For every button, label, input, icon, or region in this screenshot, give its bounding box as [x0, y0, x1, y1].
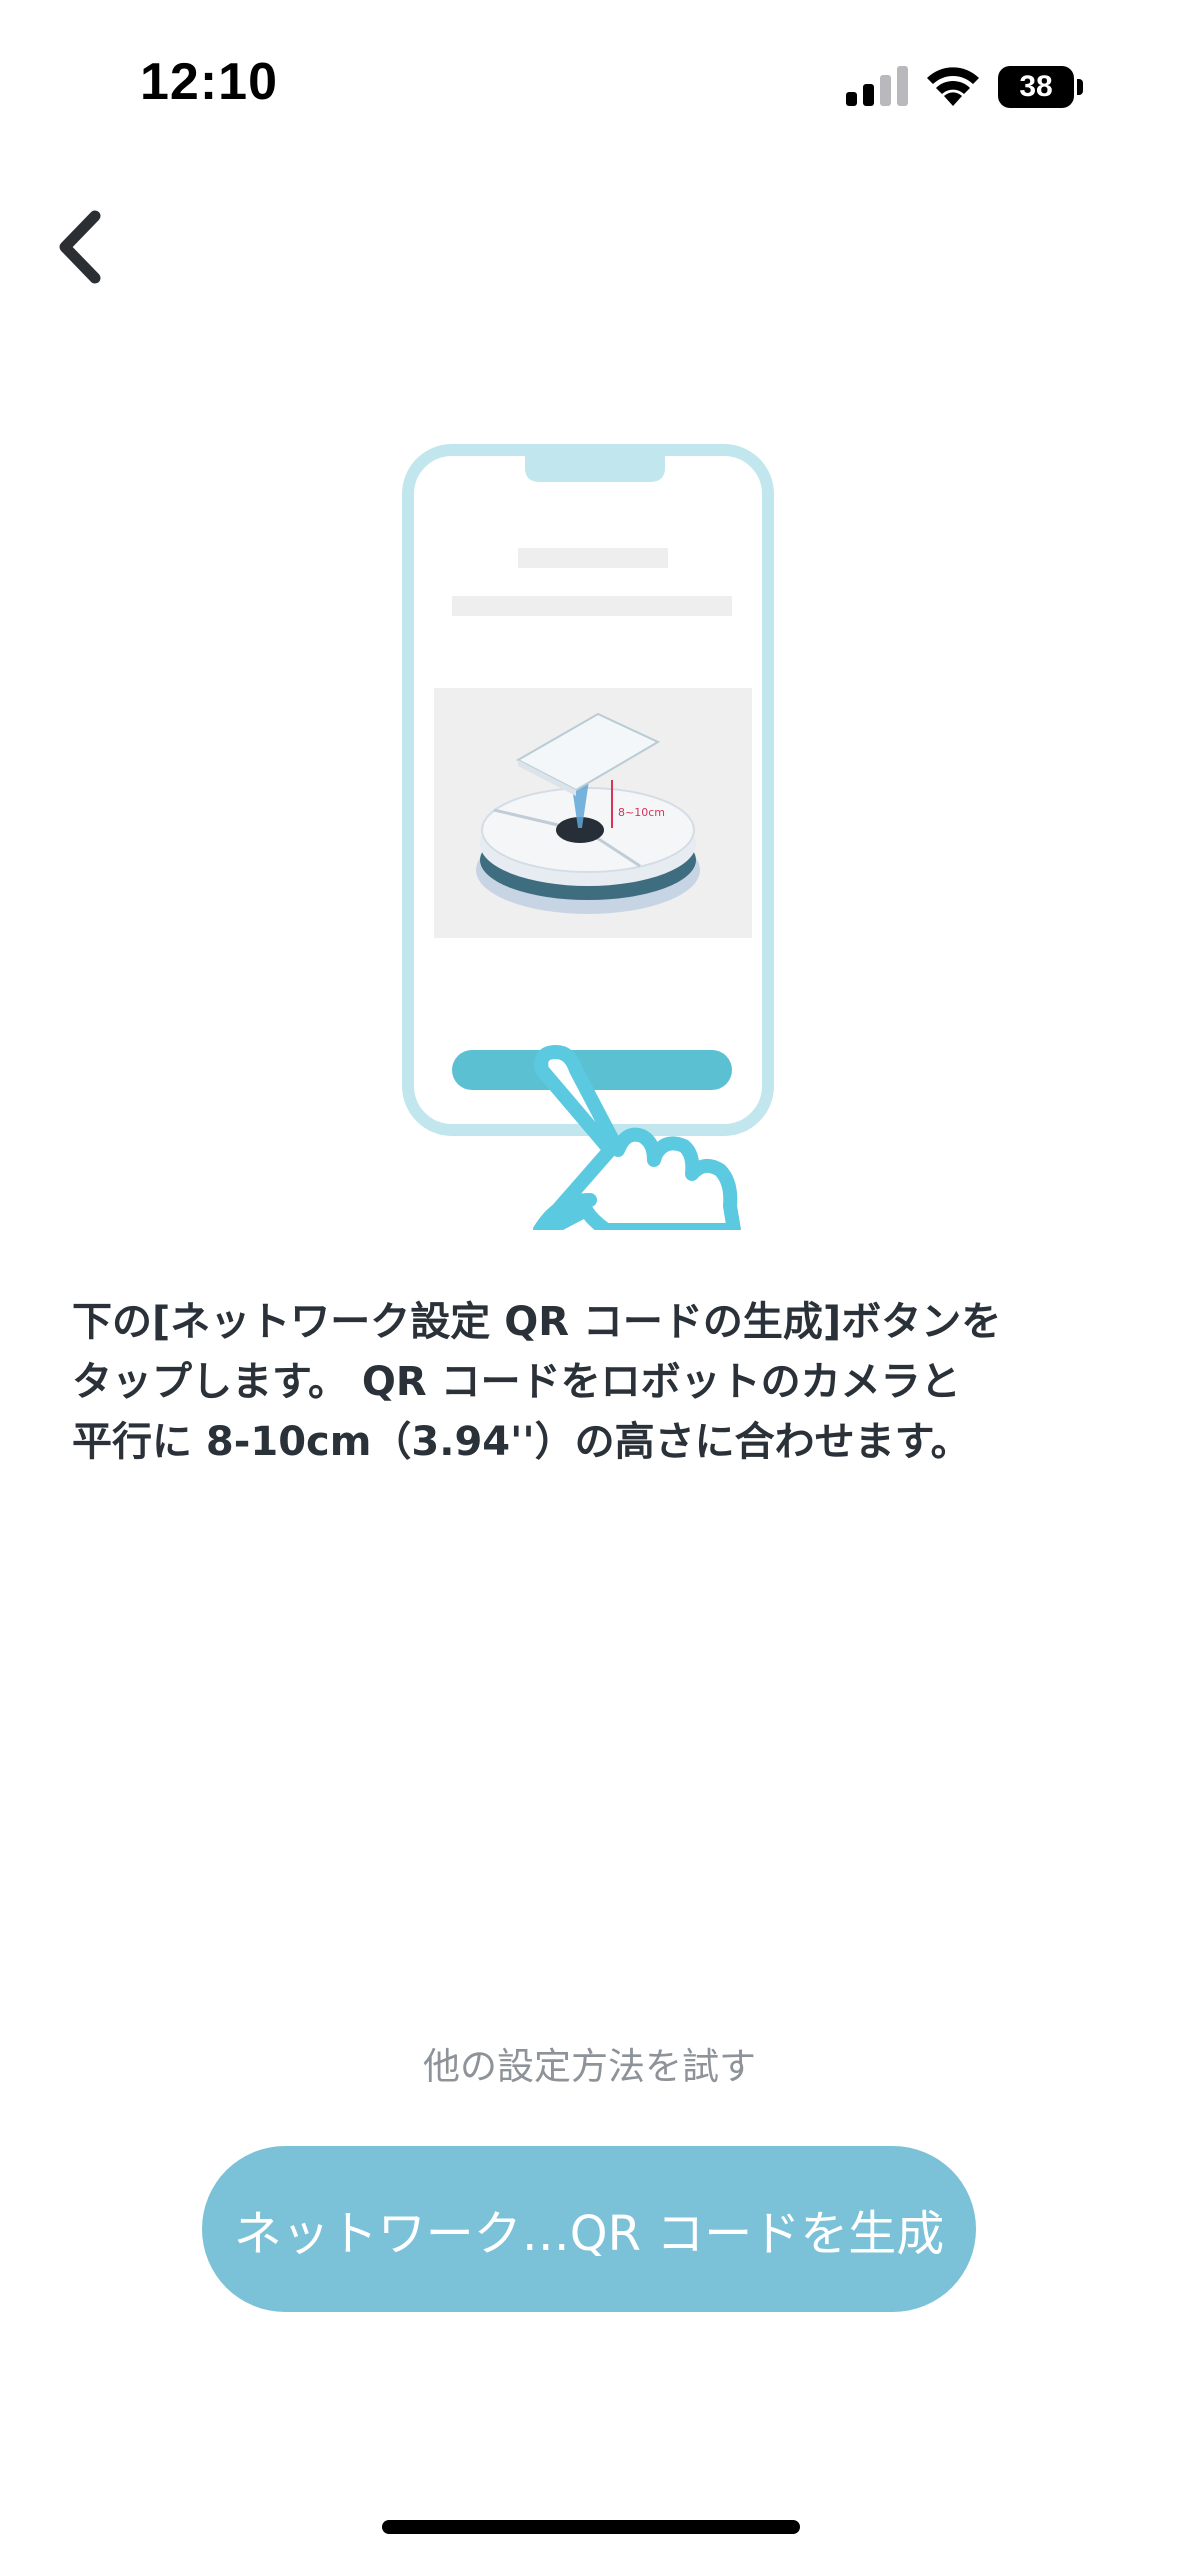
phone-illustration: 8~10cm — [402, 444, 774, 1230]
signal-icon — [846, 66, 908, 106]
generate-qr-code-button[interactable]: ネットワーク…QR コードを生成 — [202, 2146, 976, 2312]
instruction-text: 下の[ネットワーク設定 QR コードの生成]ボタンを タップします。 QR コー… — [72, 1299, 1002, 1465]
battery-level: 38 — [1019, 70, 1053, 103]
phone-notch — [525, 450, 665, 482]
wifi-icon — [927, 67, 979, 106]
try-other-method-link[interactable]: 他の設定方法を試す — [0, 2036, 1179, 2090]
status-bar: 12:10 38 — [0, 0, 1179, 170]
home-indicator[interactable] — [382, 2520, 800, 2534]
placeholder-bar-1 — [518, 548, 668, 568]
generate-qr-code-button-label: ネットワーク…QR コードを生成 — [233, 2206, 945, 2262]
illustration-button-bar — [452, 1050, 732, 1090]
battery-cap — [1077, 79, 1083, 95]
measurement-label: 8~10cm — [618, 806, 665, 819]
back-button[interactable] — [30, 192, 130, 302]
chevron-left-icon — [59, 210, 101, 284]
battery-body: 38 — [998, 66, 1074, 108]
battery-icon: 38 — [998, 66, 1084, 108]
status-time: 12:10 — [140, 53, 278, 111]
placeholder-bar-2 — [452, 596, 732, 616]
